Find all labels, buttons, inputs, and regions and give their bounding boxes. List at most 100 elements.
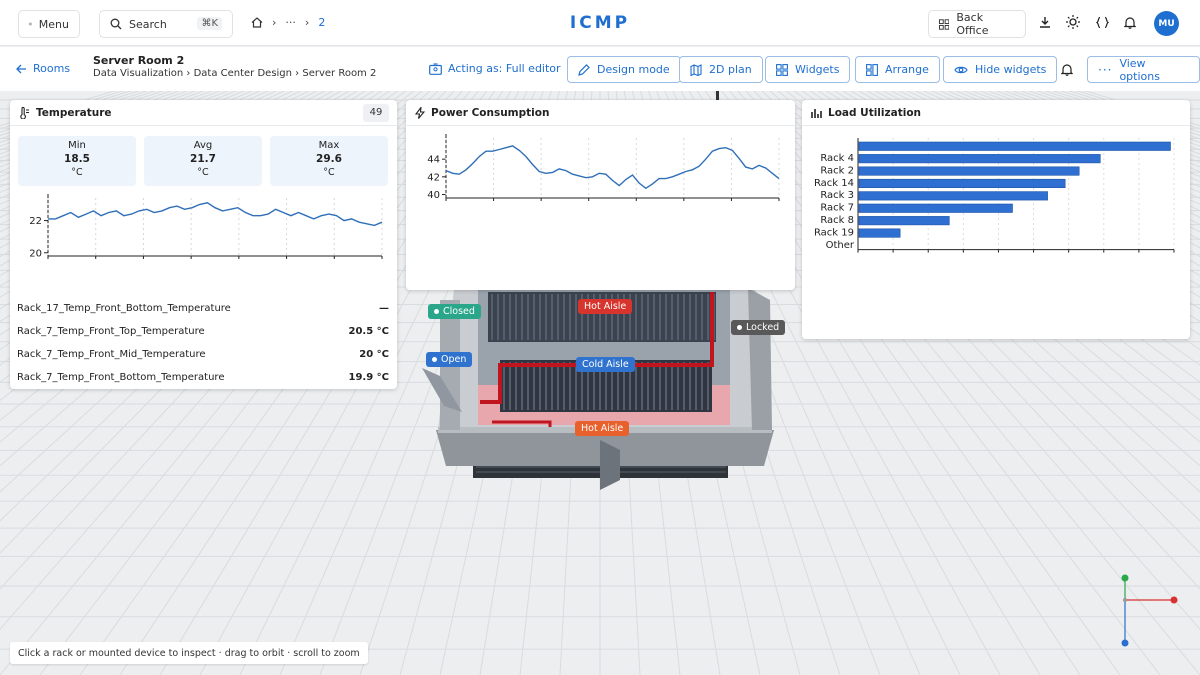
sensor-name: Rack_7_Temp_Front_Bottom_Temperature	[17, 371, 225, 383]
breadcrumb: Data Visualization › Data Center Design …	[93, 68, 377, 79]
door-open-tag[interactable]: Open	[426, 352, 473, 367]
view-options-label: View options	[1119, 56, 1160, 83]
sensor-name: Rack_17_Temp_Front_Bottom_Temperature	[17, 302, 231, 314]
top-bar: Menu Search ⌘K › ··· › 2 ICMP Back Offic…	[0, 0, 1200, 46]
y-tick-label: 20	[29, 248, 42, 259]
bar	[858, 216, 950, 226]
user-avatar[interactable]: MU	[1154, 11, 1179, 36]
widgets-icon	[776, 63, 788, 76]
bar	[858, 191, 1048, 201]
category-label: Rack 14	[814, 178, 854, 189]
design-mode-label: Design mode	[597, 63, 670, 76]
breadcrumb-separator: ›	[304, 16, 310, 29]
download-button[interactable]	[1034, 11, 1056, 33]
interaction-hint: Click a rack or mounted device to inspec…	[10, 642, 368, 664]
sensor-name: Rack_7_Temp_Front_Mid_Temperature	[17, 348, 206, 360]
category-label: Rack 7	[820, 203, 854, 214]
widget-header: Load Utilization	[802, 100, 1190, 126]
widget-header: Power Consumption	[406, 100, 795, 126]
stat-unit: °C	[197, 167, 209, 178]
back-label: Rooms	[33, 62, 71, 75]
room-toolbar: Rooms Server Room 2 Data Visualization ›…	[0, 47, 1200, 91]
layout-icon	[866, 63, 878, 76]
2d-plan-button[interactable]: 2D plan	[679, 56, 763, 83]
load-chart: Rack 4Rack 2 Rack 14Rack 3 Rack 7Rack 8Rac…	[814, 138, 1175, 253]
sensor-value: 19.9 °C	[348, 371, 390, 383]
sensor-value: 20 °C	[359, 348, 389, 360]
sensor-row[interactable]: Rack_17_Temp_Front_Bottom_Temperature —	[17, 298, 389, 318]
sensor-name: Rack_7_Temp_Front_Top_Temperature	[17, 325, 205, 337]
arrange-button[interactable]: Arrange	[855, 56, 940, 83]
sensor-row[interactable]: Rack_7_Temp_Front_Top_Temperature 20.5 °C	[17, 321, 389, 341]
door-closed-tag[interactable]: Closed	[428, 304, 481, 319]
y-tick-label: 40	[427, 190, 440, 201]
stat-value: 21.7	[190, 153, 216, 165]
map-icon	[690, 63, 702, 76]
hide-widgets-button[interactable]: Hide widgets	[943, 56, 1058, 83]
y-tick-label: 22	[29, 216, 42, 227]
stat-value: 29.6	[316, 153, 342, 165]
temperature-widget[interactable]: Temperature 49 Min 18.5 °C Avg 21.7 °C M…	[10, 100, 397, 389]
cold-aisle-tag[interactable]: Cold Aisle	[576, 357, 635, 372]
widget-title: Power Consumption	[431, 106, 550, 119]
door-locked-tag[interactable]: Locked	[731, 320, 786, 335]
power-consumption-widget[interactable]: Power Consumption 40 42 44	[406, 100, 795, 290]
stat-label: Min	[68, 140, 86, 151]
theme-toggle-button[interactable]	[1062, 11, 1084, 33]
bar-chart-icon	[811, 108, 822, 118]
widgets-button[interactable]: Widgets	[765, 56, 851, 83]
back-office-button[interactable]: Back Office	[928, 10, 1026, 38]
lightning-icon	[415, 106, 425, 119]
series-line	[48, 202, 383, 227]
view-options-button[interactable]: ··· View options	[1087, 56, 1200, 83]
design-mode-button[interactable]: Design mode	[567, 56, 681, 83]
bar	[858, 203, 1013, 213]
more-icon: ···	[1098, 62, 1113, 77]
bar	[858, 178, 1066, 189]
sensor-row[interactable]: Rack_7_Temp_Front_Bottom_Temperature 19.9…	[17, 367, 389, 387]
breadcrumb-separator: ›	[272, 16, 277, 29]
power-chart: 40 42 44	[427, 134, 780, 201]
bar	[858, 154, 1101, 164]
alerts-button[interactable]	[1056, 58, 1078, 80]
door-locked-label: Locked	[746, 322, 780, 333]
hot-aisle-tag[interactable]: Hot Aisle	[578, 299, 633, 314]
hot-aisle-tag[interactable]: Hot Aisle	[575, 421, 630, 436]
sensor-row[interactable]: Rack_7_Temp_Front_Mid_Temperature 20 °C	[17, 344, 389, 364]
cold-aisle-label: Cold Aisle	[582, 359, 629, 370]
sensor-count-badge: 49	[363, 104, 389, 122]
stat-value: 18.5	[64, 153, 90, 165]
braces-icon	[1095, 16, 1109, 28]
hide-widgets-label: Hide widgets	[975, 63, 1047, 76]
category-label: Rack 3	[820, 190, 854, 201]
menu-button[interactable]: Menu	[18, 10, 80, 38]
category-label: Rack 4	[820, 153, 854, 164]
max-stat: Max 29.6 °C	[270, 136, 388, 186]
notifications-button[interactable]	[1119, 11, 1141, 33]
widget-title: Temperature	[36, 106, 112, 119]
category-label: Rack 8	[820, 215, 854, 226]
search-button[interactable]: Search ⌘K	[99, 10, 233, 38]
widgets-label: Widgets	[795, 63, 840, 76]
menu-label: Menu	[38, 17, 69, 31]
series-line	[445, 145, 780, 190]
pencil-icon	[578, 63, 590, 76]
hamburger-icon	[29, 22, 32, 26]
grid-icon	[939, 18, 950, 30]
category-label: Rack 19	[814, 227, 854, 238]
sensor-value: 20.5 °C	[348, 325, 390, 337]
stat-label: Max	[318, 140, 340, 151]
home-icon[interactable]	[251, 17, 263, 28]
bar	[858, 228, 901, 238]
search-icon	[110, 18, 122, 30]
back-to-rooms-link[interactable]: Rooms	[16, 62, 70, 75]
breadcrumb-ellipsis[interactable]: ···	[285, 16, 296, 29]
breadcrumb-current[interactable]: 2	[318, 16, 325, 29]
load-utilization-widget[interactable]: Load Utilization Rack 4 Rack 2 Rack 14 Rack…	[802, 100, 1190, 339]
id-badge-icon	[429, 62, 442, 75]
hot-aisle-label: Hot Aisle	[584, 301, 627, 312]
door-closed-label: Closed	[443, 306, 475, 317]
status-dot	[432, 357, 437, 362]
code-button[interactable]	[1091, 11, 1113, 33]
status-dot	[434, 309, 439, 314]
